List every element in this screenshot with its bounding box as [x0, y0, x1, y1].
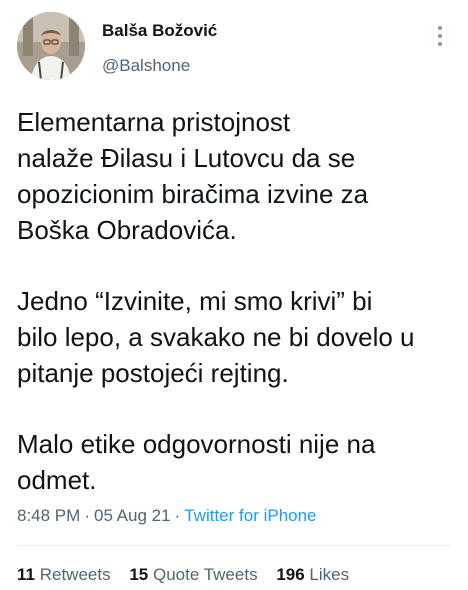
likes-label: Likes	[309, 565, 350, 584]
tweet-paragraph: Malo etike odgovornosti nije na odmet.	[17, 429, 376, 495]
likes-stat[interactable]: 196 Likes	[276, 565, 349, 584]
tweet-meta: 8:48 PM · 05 Aug 21 · Twitter for iPhone	[17, 506, 317, 526]
more-vertical-icon	[438, 26, 442, 46]
quote-tweets-label: Quote Tweets	[152, 565, 258, 584]
retweets-label: Retweets	[39, 565, 111, 584]
tweet-paragraph: Elementarna pristojnost nalaže Đilasu i …	[17, 107, 369, 245]
avatar-photo	[17, 12, 85, 80]
separator: ·	[84, 506, 90, 525]
tweet-time[interactable]: 8:48 PM	[17, 506, 80, 525]
likes-count: 196	[276, 565, 305, 584]
tweet-source-link[interactable]: Twitter for iPhone	[184, 506, 316, 525]
divider	[17, 545, 451, 546]
author-name[interactable]: Balša Božović	[102, 21, 217, 41]
avatar[interactable]	[17, 12, 85, 80]
quote-tweets-stat[interactable]: 15 Quote Tweets	[129, 565, 257, 584]
more-options-button[interactable]	[430, 20, 450, 52]
tweet-stats: 11 Retweets 15 Quote Tweets 196 Likes	[17, 565, 363, 585]
author-handle[interactable]: @Balshone	[102, 56, 190, 76]
tweet-paragraph: Jedno “Izvinite, mi smo krivi” bi bilo l…	[17, 286, 415, 388]
tweet-text: Elementarna pristojnost nalaže Đilasu i …	[17, 104, 457, 498]
retweets-count: 11	[17, 565, 35, 584]
tweet-date[interactable]: 05 Aug 21	[94, 506, 171, 525]
separator: ·	[174, 506, 181, 525]
quote-tweets-count: 15	[129, 565, 149, 584]
retweets-stat[interactable]: 11 Retweets	[17, 565, 111, 584]
